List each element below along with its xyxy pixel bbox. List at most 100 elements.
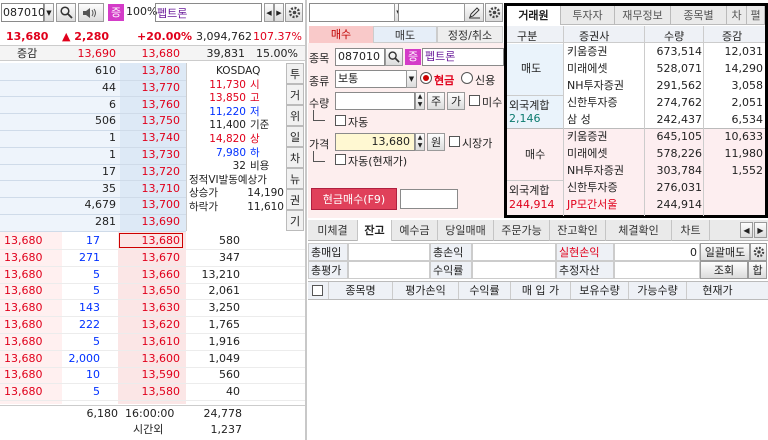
ask-row[interactable]: 610 13,780 xyxy=(0,63,186,79)
tab-modify-cancel[interactable]: 정정/취소 xyxy=(437,26,503,43)
balance-tab[interactable]: 잔고 xyxy=(358,220,392,241)
exec-price: 13,680 xyxy=(4,385,43,399)
order-market-tag: 증 xyxy=(405,49,421,65)
sound-button[interactable] xyxy=(78,3,104,22)
ask-row[interactable]: 281 13,690 xyxy=(0,214,186,230)
balance-col-header[interactable]: 현재가 xyxy=(686,282,748,299)
ask-row[interactable]: 6 13,760 xyxy=(0,97,186,113)
side-tab[interactable]: 투 xyxy=(286,63,304,84)
balance-tab[interactable]: 차트 xyxy=(672,220,710,241)
broker-tab[interactable]: 투자자 xyxy=(561,6,615,25)
broker-tab[interactable]: 거래원 xyxy=(507,6,561,25)
qty-share-button[interactable]: 주 xyxy=(427,92,445,110)
total-pnl-label: 총손익 xyxy=(430,243,472,261)
password-input[interactable] xyxy=(398,3,467,22)
qty-spinner[interactable]: ▲ ▼ xyxy=(415,92,425,110)
ask-row[interactable]: 4,679 13,700 xyxy=(0,197,186,213)
info-label: KOSDAQ xyxy=(216,65,261,77)
ask-row[interactable]: 1 13,740 xyxy=(0,130,186,146)
market-price-checkbox[interactable] xyxy=(449,136,460,147)
prev-button[interactable]: ◀ xyxy=(264,3,274,22)
bid-row[interactable]: 13,680 271 13,670 347 xyxy=(0,250,305,266)
broker-tab[interactable]: 차 xyxy=(727,6,747,25)
next-button[interactable]: ▶ xyxy=(274,3,284,22)
tabs-scroll-left[interactable]: ◀ xyxy=(740,222,753,238)
info-value: 14,820 xyxy=(209,133,246,145)
misu-checkbox[interactable] xyxy=(469,95,480,106)
order-type-select[interactable]: 보통 xyxy=(335,70,417,88)
balance-tab[interactable]: 미체결 xyxy=(308,220,358,241)
tabs-scroll-right[interactable]: ▶ xyxy=(754,222,767,238)
balance-col-header[interactable]: 종목명 xyxy=(328,282,392,299)
credit-radio[interactable] xyxy=(461,72,473,84)
auto-price-checkbox[interactable] xyxy=(335,154,346,165)
bid-price: 13,590 xyxy=(141,368,181,382)
bid-row[interactable]: 13,680 222 13,620 1,765 xyxy=(0,317,305,333)
balance-col-header[interactable]: 매 입 가 xyxy=(510,282,570,299)
order-settings-button[interactable] xyxy=(485,3,503,22)
type-label: 종류 xyxy=(309,75,330,88)
bid-price: 13,650 xyxy=(141,284,181,298)
ask-row[interactable]: 1 13,730 xyxy=(0,147,186,163)
balance-col-header[interactable]: 평가손익 xyxy=(392,282,458,299)
balance-tab[interactable]: 주문가능 xyxy=(494,220,550,241)
bid-row[interactable]: 13,680 10 13,590 560 xyxy=(0,367,305,383)
ask-row[interactable]: 17 13,720 xyxy=(0,164,186,180)
side-tab[interactable]: 거 xyxy=(286,84,304,105)
bid-row[interactable]: 13,680 5 13,660 13,210 xyxy=(0,267,305,283)
broker-row: 신한투자증 274,762 2,051 xyxy=(564,95,765,111)
bid-row[interactable]: 13,680 2,000 13,600 1,049 xyxy=(0,351,305,367)
ask-row[interactable]: 506 13,750 xyxy=(0,113,186,129)
bid-row[interactable]: 13,680 5 13,610 1,916 xyxy=(0,334,305,350)
balance-tab[interactable]: 잔고확인 xyxy=(550,220,606,241)
side-tab[interactable]: 차 xyxy=(286,147,304,168)
balance-tab[interactable]: 당일매매 xyxy=(438,220,494,241)
price-input[interactable]: 13,680 xyxy=(335,133,415,151)
order-search-button[interactable] xyxy=(385,48,403,66)
order-type-dropdown[interactable]: ▼ xyxy=(406,70,417,88)
auto-qty-checkbox[interactable] xyxy=(335,115,346,126)
query-button[interactable]: 조회 xyxy=(700,261,748,279)
total-ask-qty: 6,180 xyxy=(86,407,119,420)
broker-qty: 276,031 xyxy=(656,181,703,194)
bid-row[interactable]: 13,680 5 13,580 40 xyxy=(0,384,305,400)
bid-row[interactable]: 13,680 143 13,630 3,250 xyxy=(0,300,305,316)
code-dropdown-button[interactable]: ▼ xyxy=(44,3,54,22)
broker-qty: 645,105 xyxy=(656,130,703,143)
order-code-input[interactable]: 087010 xyxy=(335,48,385,66)
qty-max-button[interactable]: 가 xyxy=(447,92,465,110)
select-all-checkbox[interactable] xyxy=(312,285,323,296)
balance-tab[interactable]: 예수금 xyxy=(392,220,438,241)
tab-sell[interactable]: 매도 xyxy=(373,26,437,43)
info-value: 13,850 xyxy=(209,92,246,105)
side-tab[interactable]: 권 xyxy=(286,189,304,210)
sum-button[interactable]: 합 xyxy=(748,261,767,279)
stock-code-input[interactable]: 087010 xyxy=(1,3,45,22)
broker-tab[interactable]: 펼 xyxy=(747,6,765,25)
tab-buy[interactable]: 매수 xyxy=(309,26,373,43)
edit-button[interactable] xyxy=(464,3,484,22)
cash-buy-button[interactable]: 현금매수(F9) xyxy=(311,188,397,210)
won-button[interactable]: 원 xyxy=(427,133,445,151)
bid-row[interactable]: 13,680 5 13,650 2,061 xyxy=(0,283,305,299)
sell-all-button[interactable]: 일괄매도 xyxy=(700,243,750,261)
cash-radio[interactable] xyxy=(420,72,432,84)
side-tab[interactable]: 일 xyxy=(286,126,304,147)
balance-tab[interactable]: 체결확인 xyxy=(606,220,672,241)
search-button[interactable] xyxy=(56,3,76,22)
side-tab[interactable]: 뉴 xyxy=(286,168,304,189)
ask-row[interactable]: 35 13,710 xyxy=(0,181,186,197)
qty-input[interactable] xyxy=(335,92,415,110)
ask-row[interactable]: 44 13,770 xyxy=(0,80,186,96)
balance-col-header[interactable]: 수익률 xyxy=(458,282,510,299)
price-spinner[interactable]: ▲ ▼ xyxy=(415,133,425,151)
balance-col-header[interactable]: 가능수량 xyxy=(628,282,686,299)
balance-settings-button[interactable] xyxy=(750,243,767,261)
side-tab[interactable]: 위 xyxy=(286,105,304,126)
balance-col-header[interactable]: 보유수량 xyxy=(570,282,628,299)
broker-tab[interactable]: 재무정보 xyxy=(615,6,671,25)
broker-tab[interactable]: 종목별 xyxy=(671,6,727,25)
account-select[interactable] xyxy=(309,3,395,22)
side-tab[interactable]: 기 xyxy=(286,210,304,231)
settings-button[interactable] xyxy=(285,3,303,22)
